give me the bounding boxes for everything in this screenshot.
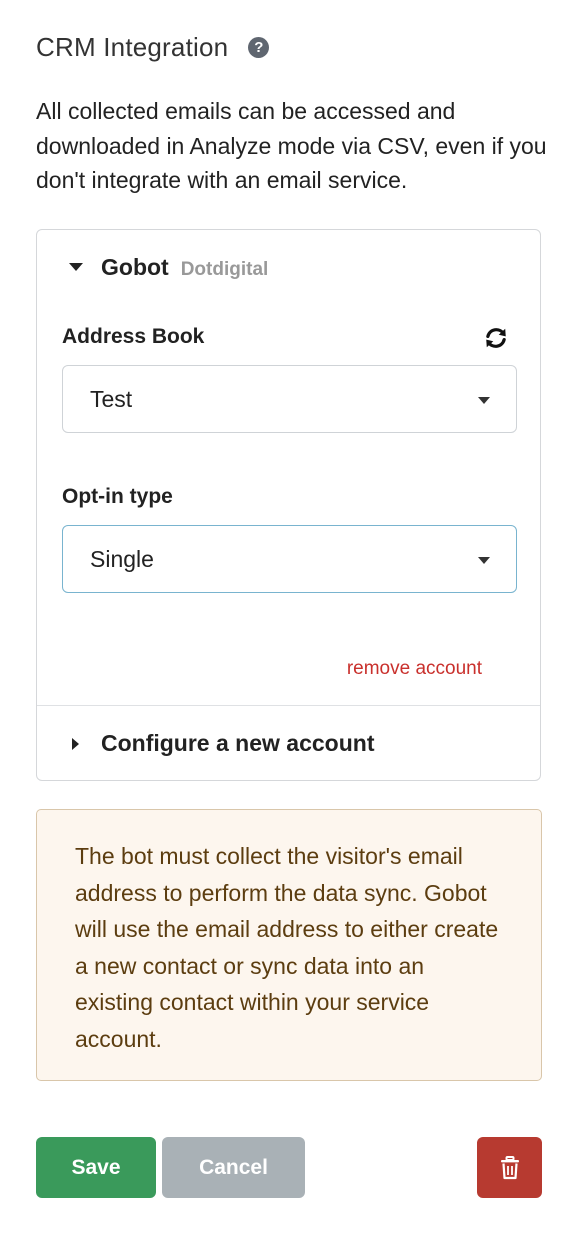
divider xyxy=(37,705,540,706)
account-name: Gobot xyxy=(101,254,169,280)
account-header[interactable]: Gobot Dotdigital xyxy=(69,254,268,281)
address-book-value: Test xyxy=(90,385,133,412)
chevron-down-icon xyxy=(478,557,490,564)
intro-text: All collected emails can be accessed and… xyxy=(36,98,547,193)
save-button[interactable]: Save xyxy=(36,1137,156,1198)
cancel-button[interactable]: Cancel xyxy=(162,1137,305,1198)
chevron-down-icon xyxy=(478,397,490,404)
trash-icon xyxy=(500,1155,519,1179)
data-sync-notice: The bot must collect the visitor's email… xyxy=(36,809,542,1081)
account-service: Dotdigital xyxy=(180,259,269,280)
notice-text: The bot must collect the visitor's email… xyxy=(75,843,499,1052)
opt-in-type-label: Opt-in type xyxy=(62,485,173,508)
opt-in-type-select[interactable]: Single xyxy=(62,525,517,593)
caret-down-icon[interactable] xyxy=(69,263,83,271)
address-book-select[interactable]: Test xyxy=(62,365,517,433)
integration-card: Gobot Dotdigital Address Book Test Opt-i… xyxy=(36,229,541,781)
opt-in-type-value: Single xyxy=(90,545,154,572)
question-circle-icon[interactable]: ? xyxy=(248,37,270,58)
delete-button[interactable] xyxy=(477,1137,542,1198)
address-book-label: Address Book xyxy=(62,325,205,348)
refresh-icon[interactable] xyxy=(483,325,509,351)
configure-new-account-label: Configure a new account xyxy=(101,730,375,756)
section-header: CRM Integration ? xyxy=(36,32,270,63)
page-title: CRM Integration xyxy=(36,32,229,62)
configure-new-account[interactable]: Configure a new account xyxy=(72,730,374,757)
remove-account-link[interactable]: remove account xyxy=(347,658,482,680)
caret-right-icon[interactable] xyxy=(72,737,79,750)
